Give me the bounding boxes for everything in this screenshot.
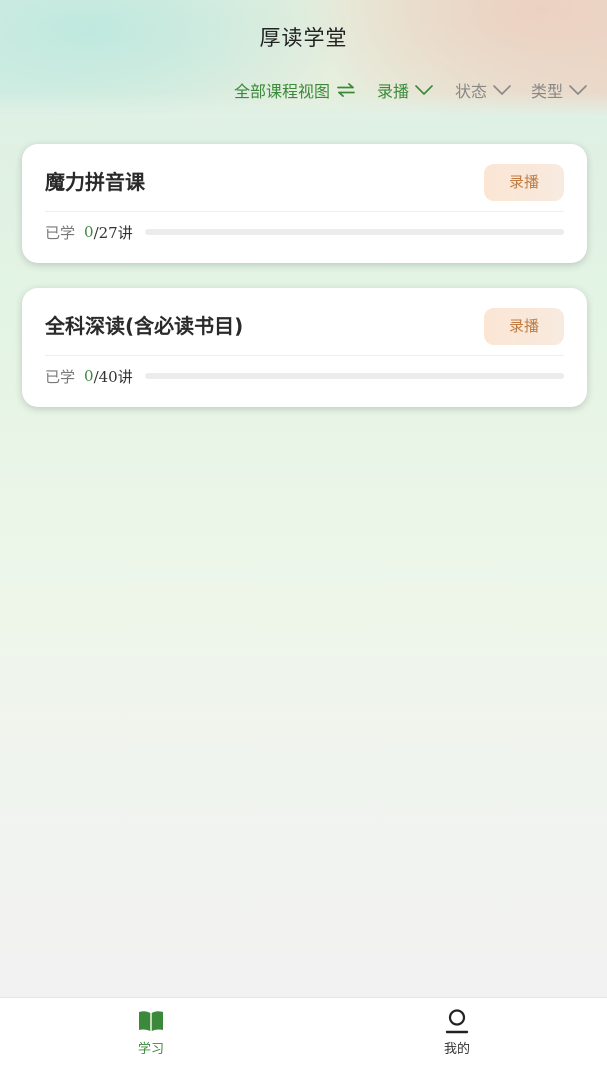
tab-study[interactable]: 学习 [91,1008,211,1057]
course-view-label: 全部课程视图 [233,82,330,101]
course-card[interactable]: 全科深读(含必读书目) 录播 已学 0 /40讲 [22,288,587,407]
page-title: 厚读学堂 [259,26,348,50]
chevron-down-icon [569,85,587,95]
course-progress-row: 已学 0 /27讲 [45,220,564,244]
open-book-icon [139,1011,163,1031]
swap-icon [337,83,355,97]
bottom-tab-bar: 学习 我的 [0,997,607,1080]
course-card[interactable]: 魔力拼音课 录播 已学 0 /27讲 [22,144,587,263]
record-filter-dropdown[interactable]: 录播 [377,78,433,102]
chevron-down-icon [493,85,511,95]
lessons-completed: 0 [84,367,94,385]
course-view-toggle[interactable]: 全部课程视图 [234,78,355,102]
tab-mine[interactable]: 我的 [397,1008,517,1057]
status-filter-dropdown[interactable]: 状态 [455,78,511,102]
course-title: 魔力拼音课 [45,170,145,194]
filter-bar: 全部课程视图 录播 状态 类型 [234,78,587,102]
course-title: 全科深读(含必读书目) [45,314,244,338]
course-type-badge: 录播 [484,308,564,345]
divider [45,211,564,212]
lessons-completed: 0 [84,223,94,241]
divider [45,355,564,356]
type-filter-dropdown[interactable]: 类型 [531,78,587,102]
user-icon [445,1009,469,1034]
progress-bar [144,229,564,235]
lessons-total: /40讲 [93,367,133,386]
learned-label: 已学 [45,367,76,386]
progress-bar [144,373,564,379]
chevron-down-icon [415,85,433,95]
tab-mine-label: 我的 [443,1042,470,1057]
lessons-total: /27讲 [93,223,133,242]
course-type-badge: 录播 [484,164,564,201]
learned-label: 已学 [45,223,76,242]
tab-study-label: 学习 [137,1042,164,1057]
course-progress-row: 已学 0 /40讲 [45,364,564,388]
type-filter-label: 类型 [530,82,563,101]
record-filter-label: 录播 [376,82,409,101]
status-filter-label: 状态 [454,82,487,101]
